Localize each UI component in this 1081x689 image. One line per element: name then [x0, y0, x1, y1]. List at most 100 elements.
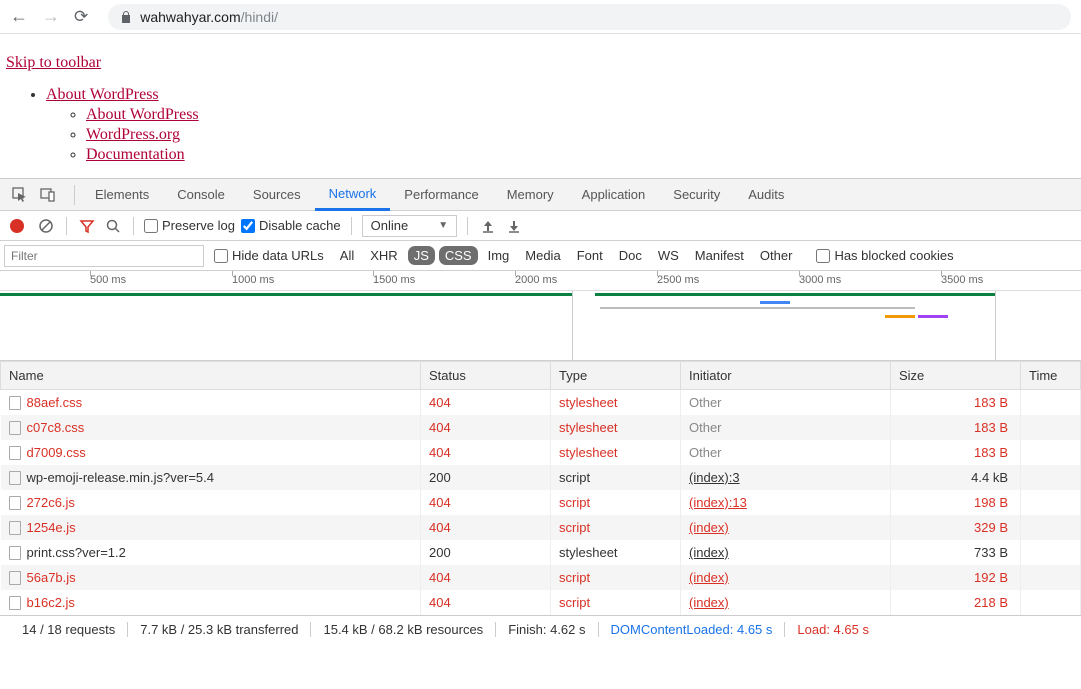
request-size: 4.4 kB — [891, 465, 1021, 490]
request-status: 404 — [421, 415, 551, 440]
tab-sources[interactable]: Sources — [239, 179, 315, 211]
initiator-link[interactable]: (index) — [689, 595, 729, 610]
tab-performance[interactable]: Performance — [390, 179, 492, 211]
table-row[interactable]: d7009.css 404 stylesheet Other 183 B — [1, 440, 1081, 465]
timeline-tick: 500 ms — [90, 274, 126, 286]
table-row[interactable]: wp-emoji-release.min.js?ver=5.4 200 scri… — [1, 465, 1081, 490]
file-icon — [9, 521, 21, 535]
initiator-link[interactable]: (index) — [689, 520, 729, 535]
initiator-link[interactable]: (index) — [689, 545, 729, 560]
file-icon — [9, 571, 21, 585]
file-icon — [9, 421, 21, 435]
request-initiator: (index) — [681, 540, 891, 565]
column-type[interactable]: Type — [551, 362, 681, 390]
status-requests: 14 / 18 requests — [10, 622, 128, 637]
about-wordpress-link[interactable]: About WordPress — [46, 86, 159, 103]
request-type: stylesheet — [551, 390, 681, 416]
request-initiator: Other — [681, 390, 891, 416]
tab-memory[interactable]: Memory — [493, 179, 568, 211]
upload-har-icon[interactable] — [478, 216, 498, 236]
request-status: 404 — [421, 590, 551, 615]
wordpress-org-link[interactable]: WordPress.org — [86, 126, 180, 143]
request-name: b16c2.js — [27, 595, 75, 610]
forward-button[interactable]: → — [42, 6, 60, 27]
file-icon — [9, 596, 21, 610]
request-size: 733 B — [891, 540, 1021, 565]
network-filter-bar: Hide data URLs AllXHR JSCSSImgMedia FontDo… — [0, 241, 1081, 271]
tab-console[interactable]: Console — [163, 179, 239, 211]
table-row[interactable]: 1254e.js 404 script (index) 329 B — [1, 515, 1081, 540]
tab-security[interactable]: Security — [659, 179, 734, 211]
table-row[interactable]: 56a7b.js 404 script (index) 192 B — [1, 565, 1081, 590]
devtools-tabs: ElementsConsoleSourcesNetworkPerformance… — [0, 179, 1081, 211]
timeline-tick: 3500 ms — [941, 274, 983, 286]
request-type: script — [551, 565, 681, 590]
download-har-icon[interactable] — [504, 216, 524, 236]
disable-cache-checkbox[interactable]: Disable cache — [241, 218, 341, 233]
documentation-link[interactable]: Documentation — [86, 146, 185, 163]
column-status[interactable]: Status — [421, 362, 551, 390]
preserve-log-checkbox[interactable]: Preserve log — [144, 218, 235, 233]
back-button[interactable]: ← — [10, 6, 28, 27]
filter-type-ws[interactable]: WS — [652, 246, 685, 265]
filter-type-js[interactable]: JS — [408, 246, 435, 265]
inspect-element-icon[interactable] — [6, 181, 34, 209]
filter-input[interactable] — [4, 245, 204, 267]
filter-icon[interactable] — [77, 216, 97, 236]
address-bar[interactable]: wahwahyar.com/hindi/ — [108, 4, 1071, 30]
table-row[interactable]: 272c6.js 404 script (index):13 198 B — [1, 490, 1081, 515]
record-button[interactable] — [10, 219, 24, 233]
initiator-link[interactable]: (index):13 — [689, 495, 747, 510]
device-toolbar-icon[interactable] — [34, 181, 62, 209]
tab-audits[interactable]: Audits — [734, 179, 798, 211]
filter-type-font[interactable]: Font — [571, 246, 609, 265]
filter-type-img[interactable]: Img — [482, 246, 516, 265]
status-transferred: 7.7 kB / 25.3 kB transferred — [128, 622, 311, 637]
devtools-panel: ElementsConsoleSourcesNetworkPerformance… — [0, 178, 1081, 643]
filter-type-all[interactable]: All — [334, 246, 360, 265]
column-initiator[interactable]: Initiator — [681, 362, 891, 390]
reload-button[interactable]: ⟳ — [74, 7, 88, 27]
filter-type-xhr[interactable]: XHR — [364, 246, 403, 265]
timeline-tick: 2000 ms — [515, 274, 557, 286]
table-row[interactable]: print.css?ver=1.2 200 stylesheet (index)… — [1, 540, 1081, 565]
file-icon — [9, 471, 21, 485]
chevron-down-icon: ▼ — [438, 220, 448, 231]
filter-type-doc[interactable]: Doc — [613, 246, 648, 265]
network-table: Name Status Type Initiator Size Time 88a… — [0, 361, 1081, 615]
filter-type-other[interactable]: Other — [754, 246, 799, 265]
clear-button[interactable] — [36, 216, 56, 236]
url-host: wahwahyar.com/hindi/ — [140, 9, 278, 25]
table-row[interactable]: 88aef.css 404 stylesheet Other 183 B — [1, 390, 1081, 416]
tab-application[interactable]: Application — [568, 179, 660, 211]
throttling-select[interactable]: Online ▼ — [362, 215, 457, 237]
about-wordpress-sublink[interactable]: About WordPress — [86, 106, 199, 123]
request-size: 218 B — [891, 590, 1021, 615]
request-initiator: (index) — [681, 590, 891, 615]
tab-network[interactable]: Network — [315, 179, 391, 211]
table-row[interactable]: c07c8.css 404 stylesheet Other 183 B — [1, 415, 1081, 440]
hide-data-urls-checkbox[interactable]: Hide data URLs — [214, 248, 324, 263]
network-status-bar: 14 / 18 requests 7.7 kB / 25.3 kB transf… — [0, 615, 1081, 643]
filter-type-css[interactable]: CSS — [439, 246, 478, 265]
request-size: 192 B — [891, 565, 1021, 590]
table-row[interactable]: b16c2.js 404 script (index) 218 B — [1, 590, 1081, 615]
network-timeline[interactable]: 500 ms1000 ms1500 ms2000 ms2500 ms3000 m… — [0, 271, 1081, 361]
column-size[interactable]: Size — [891, 362, 1021, 390]
has-blocked-cookies-checkbox[interactable]: Has blocked cookies — [816, 248, 953, 263]
search-icon[interactable] — [103, 216, 123, 236]
filter-type-manifest[interactable]: Manifest — [689, 246, 750, 265]
request-type: stylesheet — [551, 440, 681, 465]
timeline-tick: 1500 ms — [373, 274, 415, 286]
tab-elements[interactable]: Elements — [81, 179, 163, 211]
network-toolbar: Preserve log Disable cache Online ▼ — [0, 211, 1081, 241]
initiator-link[interactable]: (index):3 — [689, 470, 740, 485]
initiator-link[interactable]: (index) — [689, 570, 729, 585]
column-time[interactable]: Time — [1021, 362, 1081, 390]
request-size: 183 B — [891, 415, 1021, 440]
timeline-tick: 2500 ms — [657, 274, 699, 286]
skip-to-toolbar-link[interactable]: Skip to toolbar — [6, 54, 101, 71]
request-status: 404 — [421, 515, 551, 540]
filter-type-media[interactable]: Media — [519, 246, 566, 265]
column-name[interactable]: Name — [1, 362, 421, 390]
